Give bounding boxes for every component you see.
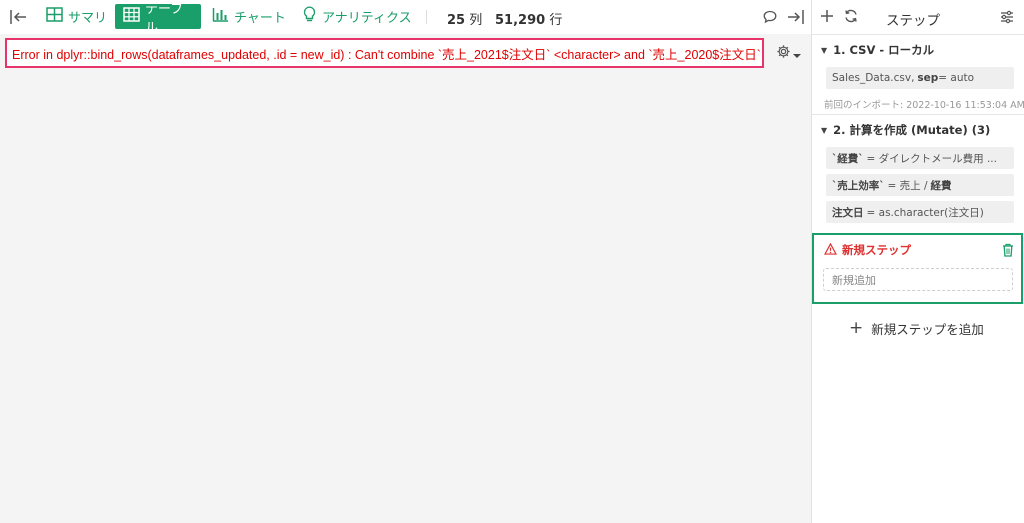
tab-table[interactable]: テーブル <box>115 2 201 36</box>
tab-table-label: テーブル <box>145 1 184 36</box>
step-title[interactable]: ▼ 2. 計算を作成 (Mutate) (3) <box>821 122 990 138</box>
step-chip-sales-efficiency[interactable]: `売上効率` = 売上 / 経費 <box>826 174 1014 196</box>
collapse-right-icon[interactable] <box>786 7 806 27</box>
last-import-timestamp: 前回のインポート: 2022-10-16 11:53:04 AM <box>824 100 1024 111</box>
table-icon <box>123 7 140 26</box>
steps-panel-header: ステップ <box>812 0 1024 34</box>
toolbar-divider <box>426 10 427 24</box>
caret-down-icon: ▼ <box>821 45 828 55</box>
tab-summary-label: サマリ <box>68 11 108 26</box>
tab-summary[interactable]: サマリ <box>38 4 115 29</box>
tab-analytics[interactable]: アナリティクス <box>294 4 420 29</box>
caret-down-icon: ▼ <box>821 125 828 135</box>
new-step-input[interactable]: 新規追加 <box>823 268 1013 291</box>
columns-count: 25 列 <box>447 13 483 28</box>
rows-count: 51,290 行 <box>495 13 563 28</box>
toolbar: サマリ テーブル チャート アナリティクス 25 列 51,290 行 <box>0 0 811 36</box>
tab-chart[interactable]: チャート <box>204 4 294 29</box>
add-icon[interactable] <box>819 8 835 24</box>
new-step-card[interactable]: 新規ステップ 新規追加 <box>812 233 1023 304</box>
step-chip-order-date[interactable]: 注文日 = as.character(注文日) <box>826 201 1014 223</box>
comment-icon[interactable] <box>762 9 778 25</box>
summary-grid-icon <box>46 7 63 26</box>
error-message: Error in dplyr::bind_rows(dataframes_upd… <box>5 38 764 68</box>
chevron-down-icon <box>793 44 801 63</box>
main-area: サマリ テーブル チャート アナリティクス 25 列 51,290 行 Erro… <box>0 0 811 523</box>
error-text: Error in dplyr::bind_rows(dataframes_upd… <box>12 47 761 62</box>
sliders-icon[interactable] <box>999 9 1015 25</box>
collapse-left-icon[interactable] <box>8 7 28 27</box>
refresh-icon[interactable] <box>843 8 859 24</box>
table-settings-menu[interactable] <box>776 44 804 62</box>
add-new-step-button[interactable]: + 新規ステップを追加 <box>849 318 984 338</box>
new-step-title: 新規ステップ <box>823 242 911 258</box>
gear-icon <box>776 44 791 63</box>
plus-icon: + <box>849 317 864 338</box>
warning-icon <box>823 242 838 258</box>
steps-panel-title: ステップ <box>886 13 940 29</box>
step-mutate[interactable]: ▼ 2. 計算を作成 (Mutate) (3) `経費` = ダイレクトメール費… <box>812 114 1024 232</box>
tab-chart-label: チャート <box>234 11 286 26</box>
lightbulb-icon <box>302 6 317 27</box>
bar-chart-icon <box>212 7 229 26</box>
add-new-step-label: 新規ステップを追加 <box>871 321 984 337</box>
step-chip-expense[interactable]: `経費` = ダイレクトメール費用 ... <box>826 147 1014 169</box>
tab-analytics-label: アナリティクス <box>322 11 412 26</box>
step-csv-local[interactable]: ▼ 1. CSV - ローカル Sales_Data.csv, sep = au… <box>812 34 1024 114</box>
step-title[interactable]: ▼ 1. CSV - ローカル <box>821 42 934 58</box>
step-chip-file[interactable]: Sales_Data.csv, sep = auto <box>826 67 1014 89</box>
trash-icon[interactable] <box>1002 242 1016 257</box>
